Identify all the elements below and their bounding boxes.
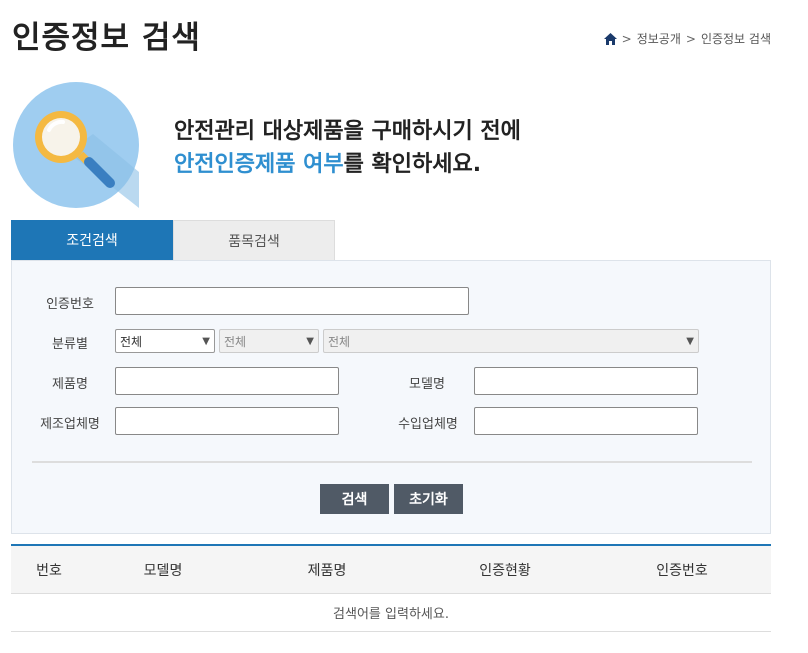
hero-headline: 안전관리 대상제품을 구매하시기 전에 (174, 119, 521, 144)
category-select-1-value: 전체 (120, 334, 143, 349)
manufacturer-label: 제조업체명 (40, 417, 100, 432)
form-divider (32, 461, 752, 463)
importer-label: 수입업체명 (398, 417, 458, 432)
model-name-label: 모델명 (409, 377, 445, 392)
breadcrumb-separator: > (621, 31, 632, 46)
manufacturer-input[interactable] (115, 407, 339, 435)
category-select-1[interactable]: 전체 ▼ (115, 329, 215, 353)
category-select-3-value: 전체 (328, 334, 351, 349)
column-header-model: 모델명 (143, 562, 183, 579)
results-table: 번호 모델명 제품명 인증현황 인증번호 검색어를 입력하세요. (11, 544, 771, 632)
reset-button[interactable]: 초기화 (394, 484, 463, 514)
tab-item-search[interactable]: 품목검색 (173, 220, 335, 260)
column-header-product: 제품명 (307, 562, 347, 579)
product-name-label: 제품명 (52, 377, 88, 392)
chevron-down-icon: ▼ (202, 335, 210, 347)
search-form-panel: 인증번호 분류별 전체 ▼ 전체 ▼ 전체 ▼ 제품명 모델명 제조업체명 수입업체명… (11, 260, 771, 534)
chevron-down-icon: ▼ (686, 335, 694, 347)
cert-number-input[interactable] (115, 287, 469, 315)
category-label: 분류별 (52, 337, 88, 352)
chevron-down-icon: ▼ (306, 335, 314, 347)
tab-condition-search[interactable]: 조건검색 (11, 220, 173, 260)
category-select-2-value: 전체 (224, 334, 247, 349)
page-title: 인증정보 검색 (12, 20, 201, 56)
category-select-3[interactable]: 전체 ▼ (323, 329, 699, 353)
table-header: 번호 모델명 제품명 인증현황 인증번호 (11, 544, 771, 594)
column-header-number: 번호 (36, 562, 62, 579)
column-header-cert-number: 인증번호 (656, 562, 708, 579)
home-icon[interactable] (603, 32, 617, 45)
breadcrumb-item-current: 인증정보 검색 (700, 32, 771, 46)
search-button[interactable]: 검색 (320, 484, 389, 514)
hero-accent-text: 안전인증제품 여부 (174, 152, 344, 177)
product-name-input[interactable] (115, 367, 339, 395)
search-tabs: 조건검색 품목검색 (11, 220, 335, 260)
empty-results-message: 검색어를 입력하세요. (11, 594, 771, 632)
magnifier-icon (13, 82, 139, 208)
category-select-2[interactable]: 전체 ▼ (219, 329, 319, 353)
column-header-cert-status: 인증현황 (479, 562, 531, 579)
model-name-input[interactable] (474, 367, 698, 395)
hero-rest-text: 를 확인하세요. (343, 152, 482, 177)
breadcrumb: > 정보공개 > 인증정보 검색 (603, 30, 771, 47)
importer-input[interactable] (474, 407, 698, 435)
cert-number-label: 인증번호 (46, 297, 94, 312)
breadcrumb-separator: > (685, 31, 696, 46)
hero-subheadline: 안전인증제품 여부를 확인하세요. (174, 146, 481, 178)
breadcrumb-item-info[interactable]: 정보공개 (637, 30, 681, 47)
